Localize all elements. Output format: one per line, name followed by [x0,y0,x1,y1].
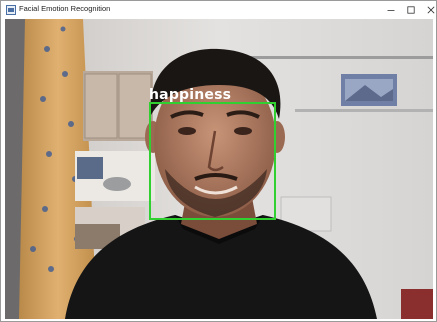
window-title: Facial Emotion Recognition [19,4,111,13]
face-detection-box [149,102,276,220]
emotion-label: happiness [149,87,232,103]
close-icon [427,6,435,14]
wall-rail [247,56,433,59]
app-window-icon [6,5,16,15]
maximize-icon [407,6,415,14]
wall-rail-lower [295,109,433,112]
app-window: Facial Emotion Recognition happiness [0,0,437,322]
close-button[interactable] [418,1,437,19]
webcam-video-frame: happiness [5,19,433,319]
title-bar[interactable]: Facial Emotion Recognition [1,1,436,19]
minimize-icon [387,10,395,11]
